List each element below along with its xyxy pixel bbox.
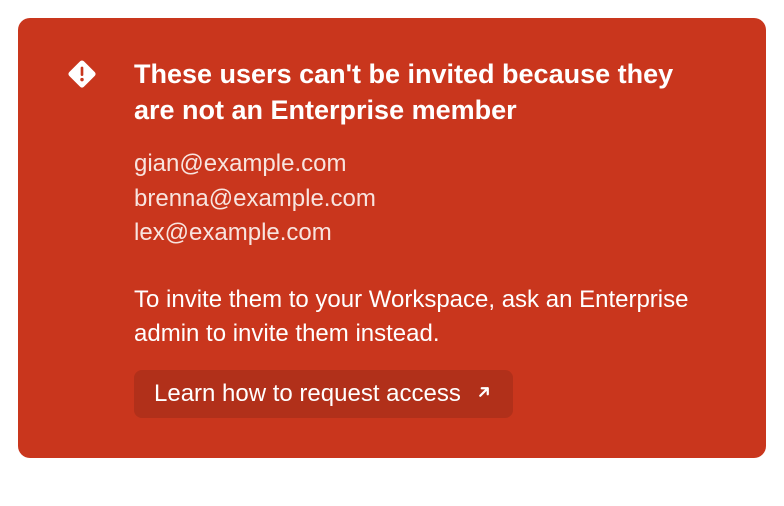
alert-title: These users can't be invited because the…	[134, 56, 718, 129]
alert-icon	[66, 58, 98, 90]
list-item: lex@example.com	[134, 216, 718, 251]
external-link-icon	[475, 380, 493, 408]
alert-description: To invite them to your Workspace, ask an…	[134, 283, 718, 350]
list-item: brenna@example.com	[134, 182, 718, 217]
blocked-users-list: gian@example.com brenna@example.com lex@…	[134, 147, 718, 251]
learn-more-button[interactable]: Learn how to request access	[134, 370, 513, 418]
alert-content: These users can't be invited because the…	[134, 56, 718, 418]
alert-icon-container	[66, 56, 98, 418]
list-item: gian@example.com	[134, 147, 718, 182]
error-alert: These users can't be invited because the…	[18, 18, 766, 458]
learn-more-label: Learn how to request access	[154, 380, 461, 408]
